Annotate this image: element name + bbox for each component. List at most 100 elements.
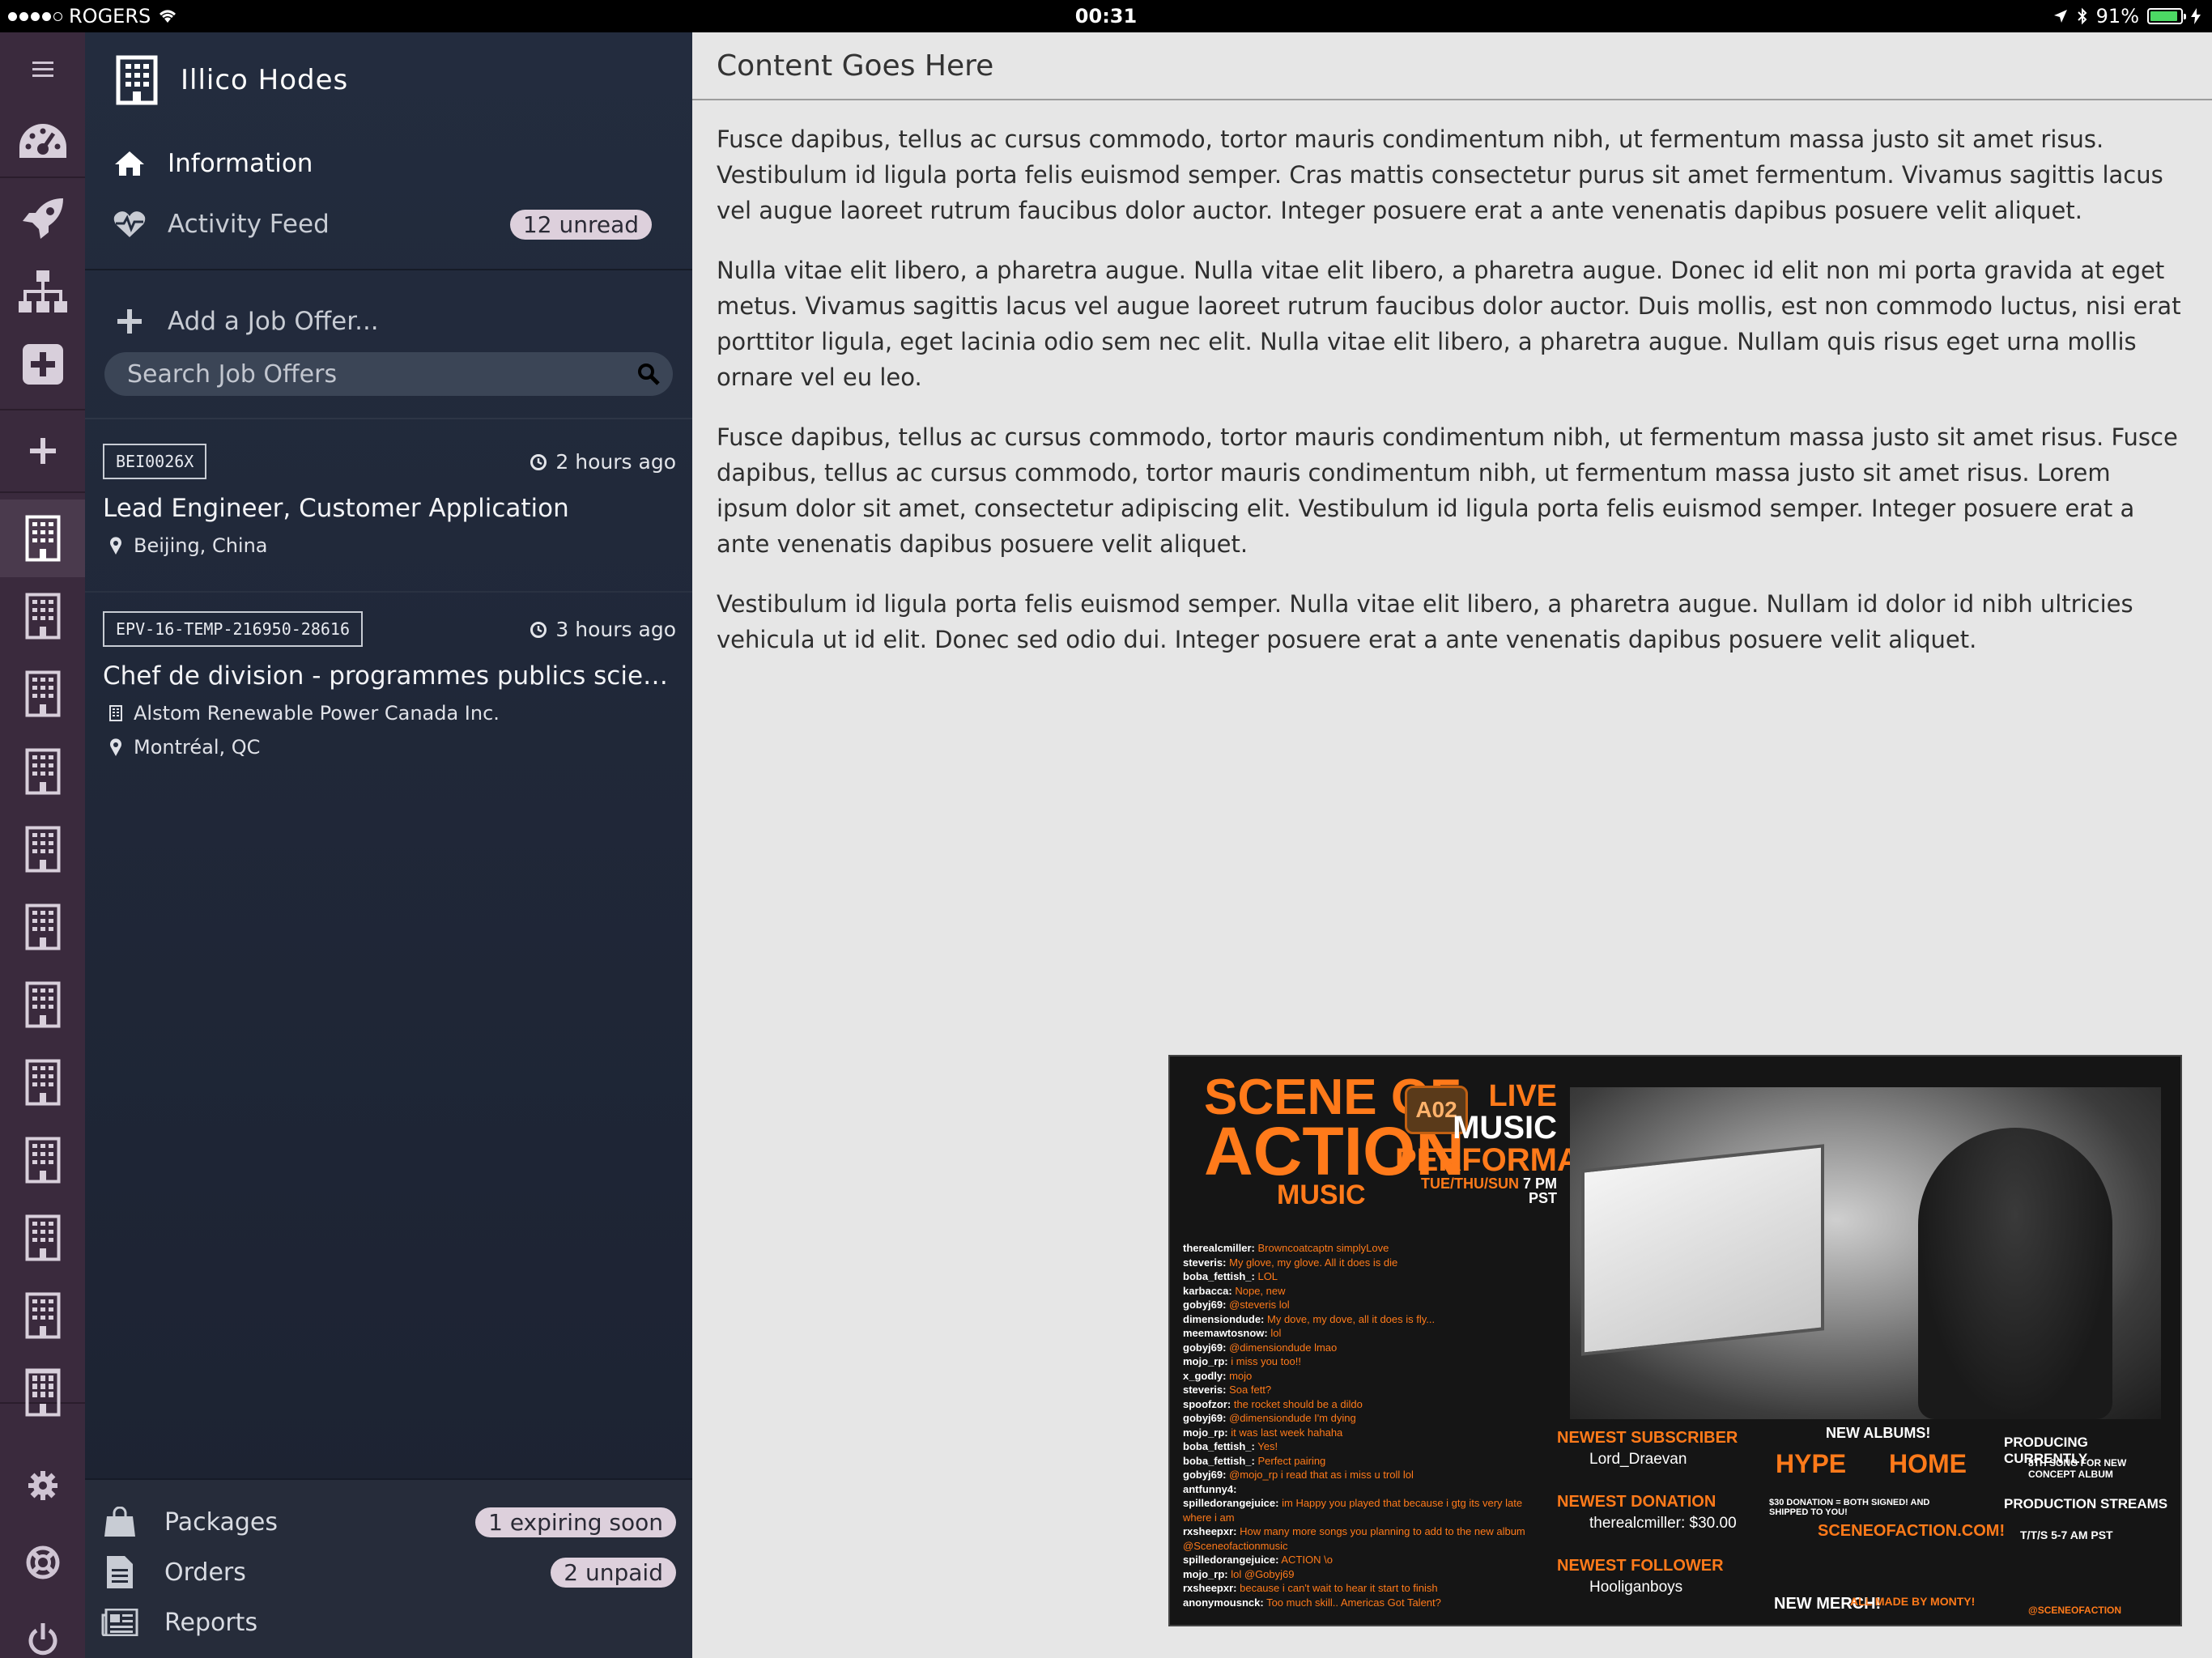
promo-home: HOME (1889, 1449, 1967, 1478)
rail-organization-item[interactable] (0, 1199, 85, 1277)
rail-organization-item[interactable] (0, 1121, 85, 1199)
charging-bolt-icon (2191, 8, 2201, 24)
chat-username: mojo_rp: (1183, 1355, 1228, 1367)
chat-text: My glove, my glove. All it does is die (1229, 1256, 1398, 1269)
nav-information[interactable]: Information (109, 139, 668, 188)
paragraph: Vestibulum id ligula porta felis euismod… (717, 590, 2133, 653)
divider (85, 418, 692, 419)
rail-launch[interactable] (0, 182, 85, 255)
chat-username: therealcmiller: (1183, 1242, 1255, 1254)
chat-message: gobyj69: @dimensiondude lmao (1183, 1341, 1547, 1355)
rail-help[interactable] (0, 1526, 85, 1599)
sitemap-icon (18, 270, 67, 312)
chat-username: steveris: (1183, 1256, 1227, 1269)
chat-username: karbacca: (1183, 1284, 1232, 1297)
divider (85, 269, 692, 270)
rocket-icon (22, 198, 63, 239)
stream-stats: NEWEST SUBSCRIBER Lord_Draevan NEWEST DO… (1557, 1429, 1767, 1621)
paragraph: Fusce dapibus, tellus ac cursus commodo,… (717, 423, 2178, 558)
newest-subscriber-label: NEWEST SUBSCRIBER (1557, 1429, 1738, 1447)
document-icon (107, 1556, 133, 1588)
plus-square-icon (22, 344, 63, 385)
rail-organization-item[interactable] (0, 577, 85, 655)
newest-follower: NEWEST FOLLOWER Hooliganboys (1557, 1557, 1767, 1596)
chat-message: x_godly: mojo (1183, 1369, 1547, 1384)
nav-reports[interactable]: Reports (100, 1600, 676, 1645)
chat-message: rxsheepxr: How many more songs you plann… (1183, 1524, 1547, 1553)
battery-fill (2150, 11, 2177, 21)
newest-donation: NEWEST DONATION therealcmiller: $30.00 (1557, 1493, 1767, 1533)
live-performance-banner: LIVE MUSIC PERFORMANCE TUE/THU/SUN 7 PM … (1395, 1081, 1648, 1206)
plus-icon (117, 309, 142, 334)
chat-username: gobyj69: (1183, 1299, 1227, 1311)
search-input[interactable] (104, 359, 624, 389)
job-time: 3 hours ago (530, 618, 676, 641)
nav-activity-feed[interactable]: Activity Feed 12 unread (109, 200, 668, 249)
promo-hype: HYPE (1776, 1449, 1847, 1478)
video-overlay[interactable]: SCENE OF ACTION MUSIC A02 LIVE MUSIC PER… (1168, 1055, 2182, 1626)
nav-orders[interactable]: Orders 2 unpaid (100, 1550, 676, 1595)
building-icon (25, 1292, 60, 1339)
rail-organization-item[interactable] (0, 1044, 85, 1121)
menu-icon (32, 62, 53, 77)
chat-text: Yes! (1257, 1440, 1278, 1452)
promo-made-by: ALL MADE BY MONTY! (1850, 1595, 1976, 1608)
rail-logout[interactable] (0, 1603, 85, 1658)
rail-organization-item[interactable] (0, 888, 85, 966)
rail-organization-item[interactable] (0, 500, 85, 577)
newest-follower-label: NEWEST FOLLOWER (1557, 1557, 1724, 1575)
clock: 00:31 (1074, 5, 1138, 28)
chat-username: spoofzor: (1183, 1397, 1231, 1410)
bottom-nav: Packages 1 expiring soon Orders 2 unpaid… (85, 1478, 692, 1658)
rail-organization-item[interactable] (0, 1368, 85, 1401)
newest-subscriber: NEWEST SUBSCRIBER Lord_Draevan (1557, 1429, 1767, 1469)
menu-button[interactable] (0, 32, 85, 105)
chat-message: mojo_rp: it was last week hahaha (1183, 1426, 1547, 1440)
rail-settings[interactable] (0, 1449, 85, 1522)
newest-donation-label: NEWEST DONATION (1557, 1493, 1716, 1511)
nav-packages[interactable]: Packages 1 expiring soon (100, 1499, 676, 1545)
job-offer-item[interactable]: BEI0026X 2 hours ago Lead Engineer, Cust… (103, 444, 676, 557)
page-title: Content Goes Here (692, 32, 2212, 100)
chat-username: gobyj69: (1183, 1469, 1227, 1481)
chat-message: gobyj69: @dimensiondude I'm dying (1183, 1411, 1547, 1426)
building-icon (116, 55, 158, 105)
chat-text: mojo (1229, 1369, 1253, 1382)
stream-promo: NEW ALBUMS! HYPE HOME $30 DONATION = BOT… (1769, 1425, 2174, 1619)
status-bar: ROGERS 00:31 91% (0, 0, 2212, 32)
search-icon[interactable] (637, 363, 660, 385)
rail-dashboard[interactable] (0, 105, 85, 176)
location-arrow-icon (2053, 10, 2067, 23)
chat-message: spilledorangejuice: ACTION \o (1183, 1553, 1547, 1567)
chat-text: Browncoatcaptn simplyLove (1257, 1242, 1389, 1254)
rail-organization-item[interactable] (0, 1277, 85, 1354)
promo-streams: PRODUCTION STREAMS (2004, 1496, 2168, 1511)
chat-username: steveris: (1183, 1384, 1227, 1396)
rail-organization-item[interactable] (0, 966, 85, 1044)
chat-text: @dimensiondude lmao (1229, 1341, 1338, 1354)
chat-message: anonymousnck: Too much skill.. Americas … (1183, 1596, 1547, 1610)
dashboard-icon (19, 124, 66, 158)
settings-icon (28, 1471, 57, 1500)
rail-organization[interactable] (0, 255, 85, 328)
chat-username: gobyj69: (1183, 1341, 1227, 1354)
job-offer-item[interactable]: EPV-16-TEMP-216950-28616 3 hours ago Che… (103, 611, 676, 759)
rail-add[interactable] (0, 410, 85, 491)
schedule-days: TUE/THU/SUN (1420, 1175, 1519, 1192)
job-time-label: 2 hours ago (555, 450, 676, 474)
rail-organization-item[interactable] (0, 655, 85, 733)
chat-username: spilledorangejuice: (1183, 1497, 1279, 1509)
chat-message: spoofzor: the rocket should be a dildo (1183, 1397, 1547, 1412)
rail-organization-item[interactable] (0, 810, 85, 888)
rail-organization-item[interactable] (0, 733, 85, 810)
chat-message: spilledorangejuice: im Happy you played … (1183, 1496, 1547, 1524)
chat-message: karbacca: Nope, new (1183, 1284, 1547, 1299)
chat-username: dimensiondude: (1183, 1312, 1265, 1325)
job-id: EPV-16-TEMP-216950-28616 (103, 611, 363, 647)
search-job-offers[interactable] (104, 352, 673, 396)
rail-add-item[interactable] (0, 328, 85, 401)
schedule-time: 7 PM PST (1522, 1175, 1557, 1206)
nav-reports-label: Reports (164, 1608, 258, 1637)
packages-badge: 1 expiring soon (475, 1507, 676, 1537)
add-job-offer-button[interactable]: Add a Job Offer... (109, 297, 668, 346)
